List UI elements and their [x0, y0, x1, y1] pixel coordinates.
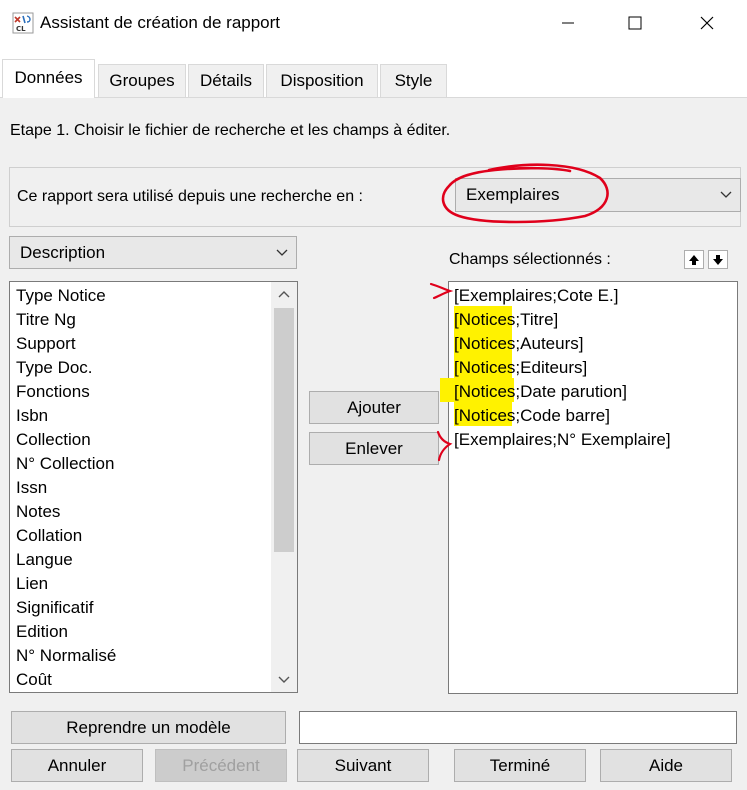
- selected-fields-label: Champs sélectionnés :: [449, 251, 611, 268]
- available-fields-items: Type Notice Titre Ng Support Type Doc. F…: [16, 284, 266, 692]
- list-item[interactable]: N° Normalisé: [16, 644, 266, 668]
- annotation-circle: [441, 163, 609, 224]
- list-item[interactable]: [Exemplaires;Cote E.]: [454, 284, 734, 308]
- template-name-field[interactable]: [299, 711, 737, 744]
- finish-button[interactable]: Terminé: [454, 749, 586, 782]
- cancel-button[interactable]: Annuler: [11, 749, 143, 782]
- move-down-button[interactable]: [708, 250, 728, 269]
- maximize-button[interactable]: [612, 0, 658, 46]
- list-item[interactable]: Lien: [16, 572, 266, 596]
- list-item[interactable]: [Exemplaires;N° Exemplaire]: [454, 428, 734, 452]
- tab-donnees[interactable]: Données: [2, 59, 95, 98]
- list-item[interactable]: Langue: [16, 548, 266, 572]
- list-item[interactable]: Issn: [16, 476, 266, 500]
- arrow-down-icon: [713, 254, 723, 265]
- remove-field-button[interactable]: Enlever: [309, 432, 439, 465]
- annotation-arrow: [429, 282, 454, 300]
- chevron-down-icon: [276, 249, 288, 256]
- report-wizard-icon: CL: [12, 12, 34, 34]
- list-item[interactable]: [Notices;Auteurs]: [454, 332, 734, 356]
- list-item[interactable]: N° Collection: [16, 452, 266, 476]
- scroll-down-icon[interactable]: [278, 676, 290, 684]
- arrow-up-icon: [689, 254, 699, 265]
- list-item[interactable]: Fonctions: [16, 380, 266, 404]
- help-button[interactable]: Aide: [600, 749, 732, 782]
- tab-groupes[interactable]: Groupes: [98, 64, 186, 97]
- list-item[interactable]: Edition: [16, 620, 266, 644]
- list-item[interactable]: Type Doc.: [16, 356, 266, 380]
- list-item[interactable]: Notes: [16, 500, 266, 524]
- scroll-up-icon[interactable]: [278, 290, 290, 298]
- step-instruction: Etape 1. Choisir le fichier de recherche…: [10, 122, 451, 139]
- tab-disposition[interactable]: Disposition: [266, 64, 378, 97]
- selected-fields-items: [Exemplaires;Cote E.] [Notices;Titre] [N…: [454, 284, 734, 452]
- minimize-button[interactable]: [545, 0, 591, 46]
- list-item[interactable]: Support: [16, 332, 266, 356]
- close-button[interactable]: [684, 0, 730, 46]
- list-item[interactable]: Isbn: [16, 404, 266, 428]
- tab-style[interactable]: Style: [380, 64, 447, 97]
- list-item[interactable]: Significatif: [16, 596, 266, 620]
- scrollbar-thumb[interactable]: [274, 308, 294, 552]
- list-item[interactable]: Coût: [16, 668, 266, 692]
- list-item[interactable]: [Notices;Editeurs]: [454, 356, 734, 380]
- annotation-arrow: [436, 430, 453, 462]
- source-label: Ce rapport sera utilisé depuis une reche…: [17, 188, 363, 205]
- field-category-dropdown[interactable]: Description: [9, 236, 297, 269]
- list-item[interactable]: [Notices;Date parution]: [454, 380, 734, 404]
- list-item[interactable]: Collection: [16, 428, 266, 452]
- svg-text:CL: CL: [16, 25, 26, 33]
- field-category-value: Description: [20, 242, 106, 262]
- list-item[interactable]: [Notices;Code barre]: [454, 404, 734, 428]
- move-up-button[interactable]: [684, 250, 704, 269]
- list-item[interactable]: [Notices;Titre]: [454, 308, 734, 332]
- list-item[interactable]: Titre Ng: [16, 308, 266, 332]
- tab-details[interactable]: Détails: [188, 64, 264, 97]
- previous-button[interactable]: Précédent: [155, 749, 287, 782]
- next-button[interactable]: Suivant: [297, 749, 429, 782]
- list-item[interactable]: Type Notice: [16, 284, 266, 308]
- load-template-button[interactable]: Reprendre un modèle: [11, 711, 286, 744]
- add-field-button[interactable]: Ajouter: [309, 391, 439, 424]
- list-item[interactable]: Collation: [16, 524, 266, 548]
- window-title: Assistant de création de rapport: [40, 13, 281, 32]
- chevron-down-icon: [720, 191, 732, 198]
